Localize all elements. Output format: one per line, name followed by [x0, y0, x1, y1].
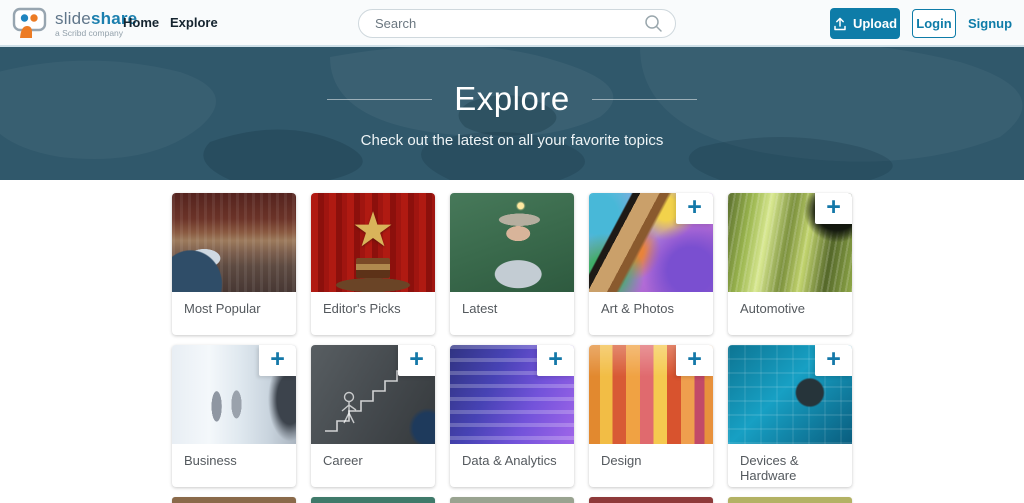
signup-link[interactable]: Signup: [968, 0, 1012, 47]
slideshare-logo[interactable]: slideshare a Scribd company: [12, 7, 137, 40]
topic-card-editors-picks[interactable]: ★ Editor's Picks: [311, 193, 435, 335]
topic-card-most-popular[interactable]: Most Popular: [172, 193, 296, 335]
topic-image-editors-picks: ★: [311, 193, 435, 292]
title-rule-left: [327, 99, 432, 100]
topic-label: Latest: [450, 292, 574, 316]
brand-slide: slide: [55, 9, 91, 28]
login-button[interactable]: Login: [912, 9, 956, 38]
upload-icon: [833, 17, 847, 31]
plus-icon: +: [687, 195, 702, 220]
topic-card-art-photos[interactable]: + Art & Photos: [589, 193, 713, 335]
partial-topic-card[interactable]: [172, 497, 296, 503]
partial-topic-card[interactable]: [589, 497, 713, 503]
plus-icon: +: [409, 347, 424, 372]
topic-card-data-analytics[interactable]: + Data & Analytics: [450, 345, 574, 487]
trophy-star-graphic: ★: [351, 207, 394, 255]
partial-topic-card[interactable]: [450, 497, 574, 503]
topic-card-design[interactable]: + Design: [589, 345, 713, 487]
upload-button[interactable]: Upload: [830, 8, 900, 39]
plus-icon: +: [826, 347, 841, 372]
plus-icon: +: [826, 195, 841, 220]
topic-label: Business: [172, 444, 296, 468]
topic-label: Automotive: [728, 292, 852, 316]
plus-icon: +: [270, 347, 285, 372]
slideshare-logo-icon: [12, 7, 48, 40]
topic-image-latest: [450, 193, 574, 292]
topic-label: Most Popular: [172, 292, 296, 316]
slideshare-explore-page: slideshare a Scribd company Home Explore: [0, 0, 1024, 503]
partial-topic-card[interactable]: [728, 497, 852, 503]
topic-label: Career: [311, 444, 435, 468]
plus-icon: +: [687, 347, 702, 372]
topic-image-most-popular: [172, 193, 296, 292]
top-navbar: slideshare a Scribd company Home Explore: [0, 0, 1024, 47]
topics-grid: Most Popular ★ Editor's Picks Latest + A…: [172, 193, 852, 503]
topic-card-career[interactable]: + Career: [311, 345, 435, 487]
upload-label: Upload: [853, 16, 897, 31]
follow-topic-button[interactable]: +: [815, 193, 852, 224]
nav-link-explore[interactable]: Explore: [170, 0, 218, 45]
topic-card-devices-hardware[interactable]: + Devices & Hardware: [728, 345, 852, 487]
topic-card-latest[interactable]: Latest: [450, 193, 574, 335]
partial-topic-card[interactable]: [311, 497, 435, 503]
topic-label: Art & Photos: [589, 292, 713, 316]
page-title: Explore: [454, 80, 569, 118]
follow-topic-button[interactable]: +: [398, 345, 435, 376]
search-input[interactable]: [359, 16, 644, 31]
title-rule-right: [592, 99, 697, 100]
topic-label: Data & Analytics: [450, 444, 574, 468]
follow-topic-button[interactable]: +: [676, 193, 713, 224]
topic-label: Editor's Picks: [311, 292, 435, 316]
topic-label: Design: [589, 444, 713, 468]
search-bar[interactable]: [358, 9, 676, 38]
follow-topic-button[interactable]: +: [259, 345, 296, 376]
search-icon[interactable]: [644, 14, 663, 33]
hero-banner: Explore Check out the latest on all your…: [0, 47, 1024, 180]
nav-link-home[interactable]: Home: [123, 0, 159, 45]
follow-topic-button[interactable]: +: [537, 345, 574, 376]
follow-topic-button[interactable]: +: [676, 345, 713, 376]
topic-card-business[interactable]: + Business: [172, 345, 296, 487]
topic-card-automotive[interactable]: + Automotive: [728, 193, 852, 335]
plus-icon: +: [548, 347, 563, 372]
hero-subtitle: Check out the latest on all your favorit…: [361, 132, 664, 149]
topic-label: Devices & Hardware: [728, 444, 852, 483]
follow-topic-button[interactable]: +: [815, 345, 852, 376]
trophy-base-graphic: [356, 258, 390, 278]
